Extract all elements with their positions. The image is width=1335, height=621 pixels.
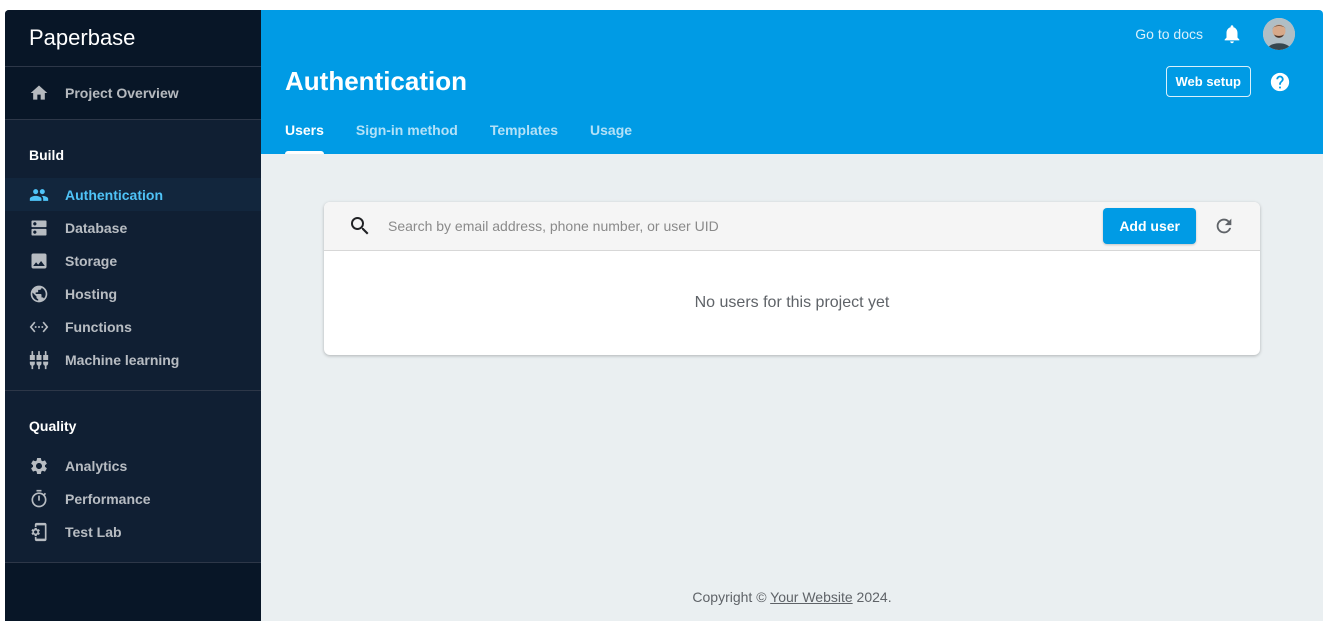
sidebar-item-functions[interactable]: Functions [5, 310, 261, 343]
sidebar-item-label: Performance [65, 490, 151, 507]
sidebar-item-machine-learning[interactable]: Machine learning [5, 343, 261, 376]
sidebar-item-label: Machine learning [65, 351, 180, 368]
sidebar-item-analytics[interactable]: Analytics [5, 449, 261, 482]
footer-copyright-prefix: Copyright © [692, 589, 771, 605]
sidebar-footer-area [5, 563, 261, 621]
page-title: Authentication [285, 66, 467, 96]
refresh-icon[interactable] [1212, 214, 1236, 238]
sidebar-section-build: Build Authentication Database Storage Ho… [5, 120, 261, 391]
sidebar-item-authentication[interactable]: Authentication [5, 178, 261, 211]
people-icon [29, 185, 49, 205]
sidebar-item-label: Database [65, 219, 128, 236]
sidebar-section-title: Build [29, 147, 64, 163]
sidebar-item-label: Project Overview [65, 85, 179, 101]
sidebar-item-label: Hosting [65, 285, 118, 302]
footer: Copyright © Your Website 2024. [261, 589, 1323, 605]
sidebar: Paperbase Project Overview Build Authent… [5, 10, 261, 621]
footer-website-link[interactable]: Your Website [770, 589, 853, 605]
main-area: Go to docs Authentication Web setup User… [261, 10, 1323, 621]
brand-title[interactable]: Paperbase [5, 10, 261, 67]
sidebar-item-label: Analytics [65, 457, 128, 474]
settings-ethernet-icon [29, 317, 49, 337]
home-icon [29, 83, 49, 103]
sidebar-item-label: Functions [65, 318, 132, 335]
settings-icon [29, 456, 49, 476]
sidebar-section-quality: Quality Analytics Performance Test Lab [5, 391, 261, 563]
tab-sign-in-method[interactable]: Sign-in method [356, 122, 458, 154]
image-icon [29, 251, 49, 271]
sidebar-item-test-lab[interactable]: Test Lab [5, 515, 261, 548]
add-user-button[interactable]: Add user [1103, 208, 1196, 244]
header-topbar: Go to docs [1135, 18, 1295, 50]
empty-state-message: No users for this project yet [694, 294, 890, 311]
timer-icon [29, 489, 49, 509]
tab-templates[interactable]: Templates [490, 122, 558, 154]
users-card: Add user No users for this project yet [324, 202, 1260, 355]
sidebar-item-label: Authentication [65, 186, 163, 203]
notifications-icon[interactable] [1221, 23, 1243, 45]
sidebar-item-performance[interactable]: Performance [5, 482, 261, 515]
tab-users[interactable]: Users [285, 122, 324, 154]
content-area: Add user No users for this project yet C… [261, 154, 1323, 621]
app-header: Go to docs Authentication Web setup User… [261, 10, 1323, 154]
avatar[interactable] [1263, 18, 1295, 50]
header-tabs: Users Sign-in method Templates Usage [285, 122, 664, 154]
public-icon [29, 284, 49, 304]
search-toolbar: Add user [324, 202, 1260, 251]
web-setup-button[interactable]: Web setup [1165, 66, 1251, 97]
search-icon [348, 214, 372, 238]
footer-year: 2024. [852, 589, 892, 605]
settings-input-component-icon [29, 350, 49, 370]
sidebar-item-label: Storage [65, 252, 118, 269]
help-icon[interactable] [1269, 71, 1291, 93]
go-to-docs-link[interactable]: Go to docs [1135, 26, 1203, 42]
search-input[interactable] [388, 218, 1104, 234]
sidebar-section-title: Quality [29, 418, 77, 434]
sidebar-item-project-overview[interactable]: Project Overview [5, 67, 261, 120]
sidebar-item-database[interactable]: Database [5, 211, 261, 244]
sidebar-item-storage[interactable]: Storage [5, 244, 261, 277]
sidebar-item-hosting[interactable]: Hosting [5, 277, 261, 310]
app-frame: Paperbase Project Overview Build Authent… [5, 10, 1323, 621]
tab-usage[interactable]: Usage [590, 122, 632, 154]
phonelink-setup-icon [29, 522, 49, 542]
dns-icon [29, 218, 49, 238]
sidebar-item-label: Test Lab [65, 523, 122, 540]
